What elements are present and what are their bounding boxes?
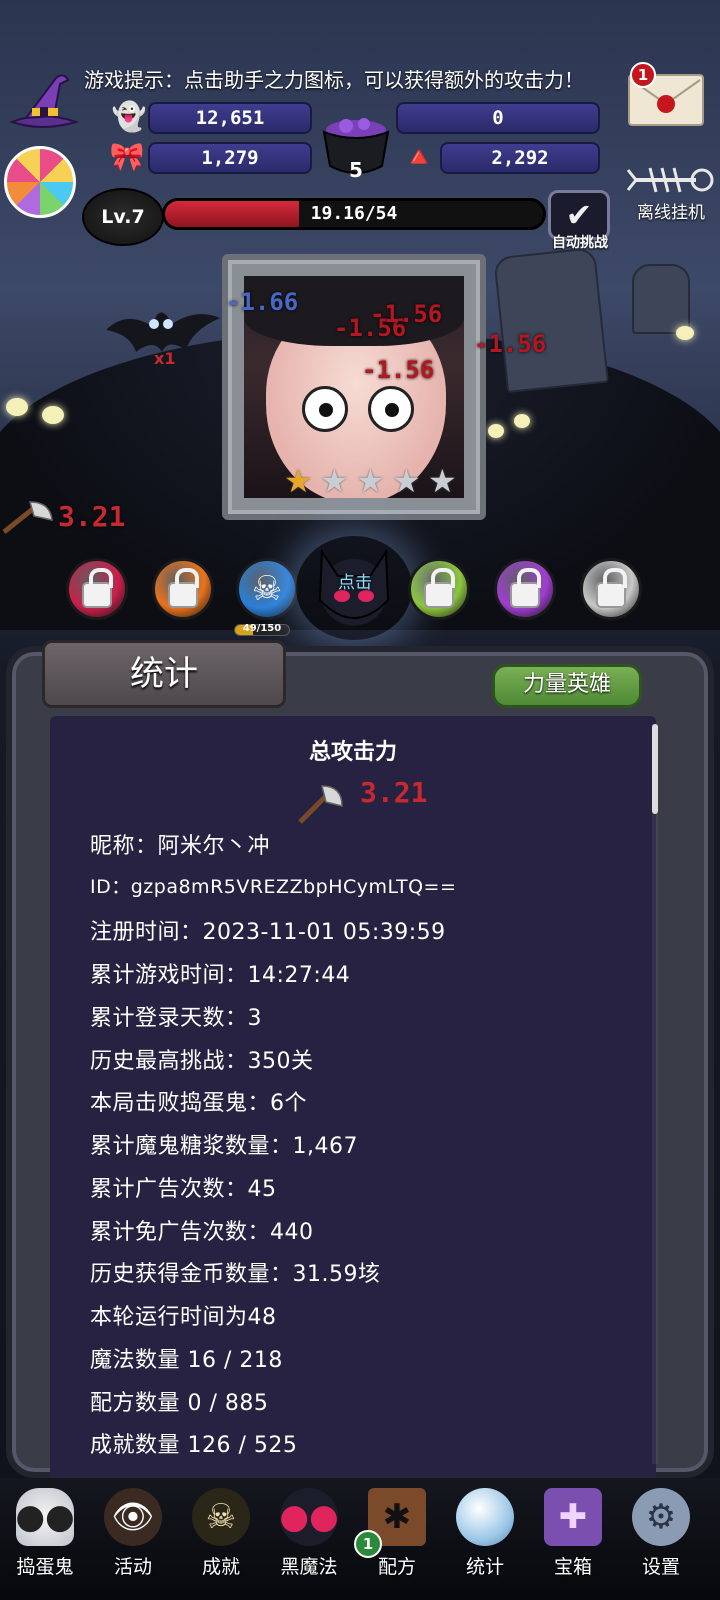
- stat-run-time: 本轮运行时间为48: [90, 1305, 277, 1330]
- nav-label: 黑魔法: [280, 1556, 338, 1578]
- bat-helper-icon[interactable]: x1: [96, 290, 226, 380]
- bow-candy-counter: 1,279: [148, 142, 312, 174]
- glowing-eye: [6, 398, 28, 416]
- total-attack-value: 3.21: [360, 776, 428, 809]
- skill-orb-locked-green[interactable]: [408, 558, 470, 620]
- eyeball-basket-icon: 👁: [104, 1488, 162, 1546]
- ghost-candy-icon: 👻: [111, 99, 147, 133]
- damage-number: -1.56: [370, 300, 443, 328]
- enemy-eye: [302, 386, 348, 432]
- lollipop-candy-icon[interactable]: [4, 146, 76, 218]
- lock-icon: [82, 568, 113, 608]
- damage-number: -1.66: [226, 288, 299, 316]
- stat-defeated-this-round: 本局击败捣蛋鬼：6个: [90, 1091, 307, 1116]
- glowing-eye: [676, 326, 694, 340]
- stats-list[interactable]: 总攻击力 3.21 昵称：阿米尔丶冲 ID：gzpa8mR5VREZZbpHCy…: [50, 716, 656, 1480]
- skill-orb-locked-silver[interactable]: [580, 558, 642, 620]
- stage-progress-text: 19.16/54: [310, 203, 398, 224]
- stat-highest-challenge: 历史最高挑战：350关: [90, 1049, 314, 1074]
- bat-multiplier: x1: [154, 349, 175, 368]
- star-empty-icon: ★: [392, 462, 421, 498]
- total-attack-title: 总攻击力: [308, 740, 397, 765]
- stat-total-gold: 历史获得金币数量：31.59垓: [90, 1262, 381, 1287]
- nav-label: 宝箱: [553, 1556, 592, 1578]
- nav-item-treasure[interactable]: ✚ 宝箱: [530, 1482, 616, 1596]
- lock-icon: [510, 568, 541, 608]
- star-empty-icon: ★: [356, 462, 385, 498]
- skill-orb-locked-red[interactable]: [66, 558, 128, 620]
- nav-item-tricksters[interactable]: ●● 捣蛋鬼: [2, 1482, 88, 1596]
- skull-bow-candy-icon: 🎀: [109, 139, 145, 173]
- damage-number: -1.56: [362, 356, 435, 384]
- star-empty-icon: ★: [428, 462, 457, 498]
- skill-orb-progress-text: 49/150: [242, 623, 282, 634]
- nav-label: 捣蛋鬼: [16, 1556, 74, 1578]
- candy-corn-counter: 2,292: [440, 142, 600, 174]
- offline-idle-button[interactable]: 离线挂机: [626, 198, 716, 223]
- nav-label: 统计: [465, 1556, 504, 1578]
- nav-item-stats[interactable]: 统计: [442, 1482, 528, 1596]
- crystal-ball-icon: [456, 1488, 514, 1546]
- lock-icon: [596, 568, 627, 608]
- gear-icon: ⚙: [632, 1488, 690, 1546]
- mail-notification-badge: 1: [630, 62, 656, 88]
- stat-total-play-time: 累计游戏时间：14:27:44: [90, 963, 351, 988]
- skill-orb-locked-purple[interactable]: [494, 558, 556, 620]
- damage-number: -1.56: [474, 330, 547, 358]
- stat-achievement-count: 成就数量 126 / 525: [90, 1433, 298, 1458]
- star-empty-icon: ★: [320, 462, 349, 498]
- witch-hat-icon[interactable]: [2, 70, 82, 132]
- game-tip-text: 游戏提示：点击助手之力图标，可以获得额外的攻击力！: [84, 68, 584, 92]
- ghost-candy-counter: 12,651: [148, 102, 312, 134]
- ghost-icon: ●●: [15, 1488, 75, 1546]
- tombstone: [632, 264, 690, 334]
- recipe-notification-badge: 1: [354, 1530, 382, 1558]
- axe-icon: [2, 501, 53, 534]
- candy-corn-icon: 🔺: [401, 139, 437, 173]
- stats-scrollbar-thumb[interactable]: [652, 724, 658, 814]
- lock-icon: [168, 568, 199, 608]
- star-filled-icon: ★: [284, 462, 313, 498]
- nav-item-settings[interactable]: ⚙ 设置: [618, 1482, 704, 1596]
- stat-recipe-count: 配方数量 0 / 885: [90, 1391, 269, 1416]
- glowing-eye: [42, 406, 64, 424]
- stats-tab-title: 统计: [42, 640, 286, 708]
- stat-login-days: 累计登录天数：3: [90, 1006, 262, 1031]
- nav-label: 成就: [201, 1556, 240, 1578]
- nav-item-achievements[interactable]: ☠ 成就: [178, 1482, 264, 1596]
- stats-scrollbar-track[interactable]: [652, 724, 658, 1464]
- enemy-eye: [368, 386, 414, 432]
- stat-ad-free-count: 累计免广告次数：440: [90, 1220, 314, 1245]
- skill-orb-locked-orange[interactable]: [152, 558, 214, 620]
- attack-power-value: 3.21: [58, 500, 126, 533]
- stat-ad-count: 累计广告次数：45: [90, 1177, 277, 1202]
- tombstone: [493, 247, 609, 393]
- skull-trophy-icon: ☠: [192, 1488, 250, 1546]
- stat-devil-syrup: 累计魔鬼糖浆数量：1,467: [90, 1134, 358, 1159]
- nav-label: 活动: [113, 1556, 152, 1578]
- nav-label: 设置: [641, 1556, 680, 1578]
- nav-item-activity[interactable]: 👁 活动: [90, 1482, 176, 1596]
- stat-id: ID：gzpa8mR5VREZZbpHCymLTQ==: [90, 876, 457, 898]
- nav-item-black-magic[interactable]: ●● 黑魔法: [266, 1482, 352, 1596]
- fish-bone-icon[interactable]: [626, 160, 716, 200]
- lock-icon: [424, 568, 455, 608]
- stat-magic-count: 魔法数量 16 / 218: [90, 1348, 283, 1373]
- treasure-chest-icon: ✚: [544, 1488, 602, 1546]
- level-badge: Lv.7: [82, 188, 164, 246]
- skill-orb-skull-blue[interactable]: ☠: [236, 558, 298, 620]
- stat-register-time: 注册时间：2023-11-01 05:39:59: [90, 920, 446, 945]
- glowing-eye: [514, 414, 530, 428]
- skull-potion-counter: 0: [396, 102, 600, 134]
- stage-progress-bar: 19.16/54: [162, 198, 546, 230]
- cauldron-count: 5: [349, 158, 363, 182]
- power-hero-button[interactable]: 力量英雄: [492, 664, 642, 708]
- click-label: 点击: [338, 573, 372, 593]
- demon-icon: ●●: [279, 1488, 339, 1546]
- axe-icon: [298, 785, 343, 824]
- glowing-eye: [488, 424, 504, 438]
- stat-nickname: 昵称：阿米尔丶冲: [90, 834, 271, 859]
